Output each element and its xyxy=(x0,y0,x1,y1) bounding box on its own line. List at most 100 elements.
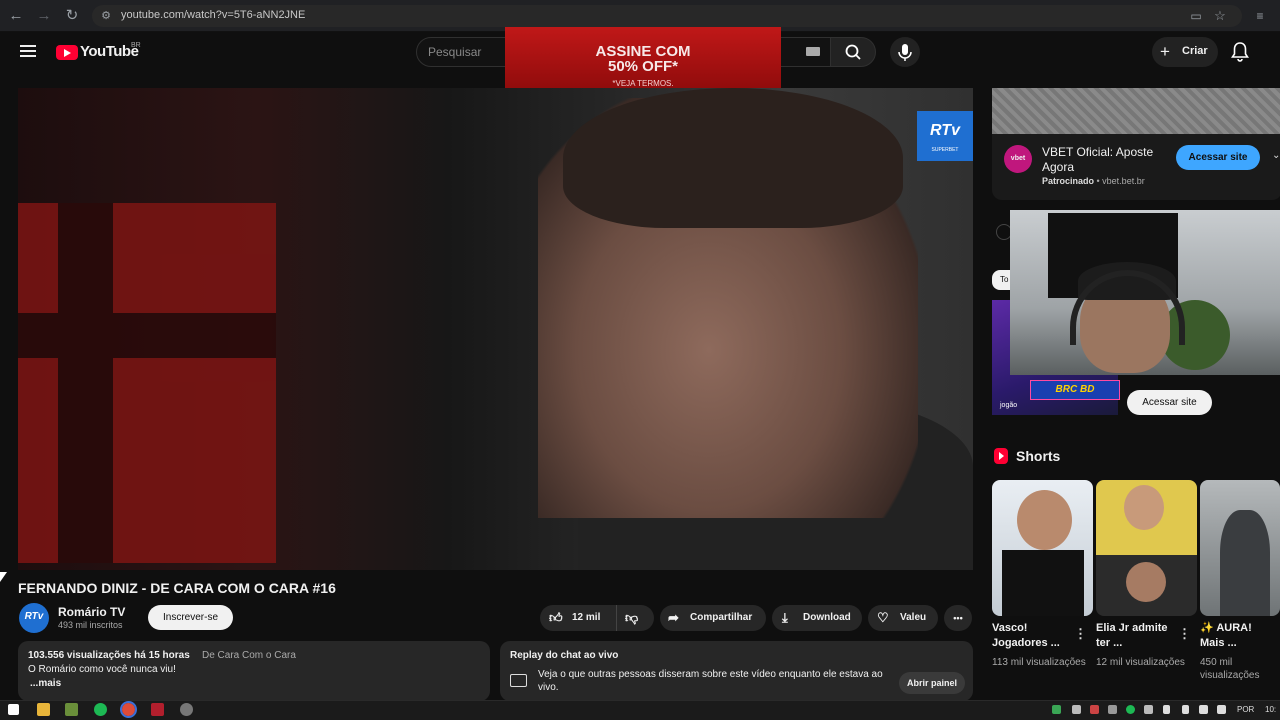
thanks-label: Valeu xyxy=(900,612,927,623)
short-views-3: 450 mil visualizações xyxy=(1200,657,1260,681)
search-placeholder: Pesquisar xyxy=(428,45,482,59)
short-title-1[interactable]: Vasco! Jogadores ... xyxy=(992,621,1078,651)
reload-icon[interactable]: ↻ xyxy=(62,6,82,26)
microphone-icon xyxy=(898,44,912,61)
thumbnail-face-2 xyxy=(1126,562,1166,602)
video-player[interactable] xyxy=(18,88,973,570)
dislike-button[interactable]: 👎︎ xyxy=(616,605,654,631)
app-icon[interactable] xyxy=(151,703,164,716)
subscribe-button[interactable]: Inscrever-se xyxy=(148,605,233,630)
channel-name[interactable]: Romário TV xyxy=(58,605,125,619)
watermark-sponsor-text: SUPERBET xyxy=(931,147,959,153)
tray-icon-1[interactable] xyxy=(1052,705,1061,714)
search-icon xyxy=(845,44,861,60)
heart-dollar-icon: ♡ xyxy=(877,610,889,625)
view-count-and-date: 103.556 visualizações há 15 horas xyxy=(28,650,190,661)
microphone-tray-icon[interactable] xyxy=(1163,705,1170,714)
spotify-icon[interactable] xyxy=(94,703,107,716)
brc-bd-brand: BRC BD xyxy=(1030,380,1120,400)
open-chat-panel-button[interactable]: Abrir painel xyxy=(899,672,965,694)
network-icon[interactable] xyxy=(1199,705,1208,714)
shorts-title: Shorts xyxy=(1016,448,1061,464)
share-label: Compartilhar xyxy=(690,612,753,623)
menu-icon[interactable]: ≡ xyxy=(1250,6,1270,26)
share-button[interactable]: ➦ Compartilhar xyxy=(660,605,766,631)
thumbnail-face xyxy=(1124,485,1164,530)
playlist-tag[interactable]: De Cara Com o Cara xyxy=(202,650,296,661)
country-code: BR xyxy=(131,42,141,49)
thumbnail-jersey xyxy=(1002,550,1084,616)
shorts-icon xyxy=(994,448,1008,464)
thumbs-up-icon: 👍︎ xyxy=(549,610,563,625)
hamburger-menu-icon[interactable] xyxy=(20,45,36,57)
keyboard-icon[interactable] xyxy=(806,47,820,56)
ad-terms: *VEJA TERMOS. xyxy=(612,79,674,88)
bookmark-star-icon[interactable]: ☆ xyxy=(1210,6,1230,26)
short-thumbnail-3[interactable] xyxy=(1200,480,1280,616)
tray-icon-6[interactable] xyxy=(1144,705,1153,714)
ad-headline-line2: 50% OFF* xyxy=(607,58,679,75)
short-views-2: 12 mil visualizações xyxy=(1096,657,1185,668)
input-language[interactable]: POR xyxy=(1237,705,1254,714)
youtube-logo-text[interactable]: YouTube xyxy=(80,43,139,60)
description-more-link[interactable]: ...mais xyxy=(30,678,61,689)
short-thumbnail-2[interactable] xyxy=(1096,480,1197,616)
tray-icon-5[interactable] xyxy=(1126,705,1135,714)
thumbnail-face xyxy=(1017,490,1072,550)
video-title: FERNANDO DINIZ - DE CARA COM O CARA #16 xyxy=(18,580,336,596)
download-button[interactable]: ⤓ Download xyxy=(772,605,862,631)
ad-headline-line1: ASSINE COM xyxy=(595,43,691,60)
thumbnail-figure xyxy=(1220,510,1270,616)
create-label: Criar xyxy=(1182,45,1208,57)
chevron-down-icon[interactable]: ⌄ xyxy=(1272,150,1280,161)
visit-site-button-secondary[interactable]: Acessar site xyxy=(1127,390,1212,415)
search-button[interactable] xyxy=(830,37,876,67)
site-info-icon[interactable]: ⚙ xyxy=(96,6,116,26)
short-menu-icon-1[interactable]: ⋮ xyxy=(1074,626,1087,642)
download-label: Download xyxy=(803,612,851,623)
description-text: O Romário como você nunca viu! xyxy=(28,664,176,675)
store-icon[interactable] xyxy=(65,703,78,716)
ad-banner-image xyxy=(992,88,1280,134)
tray-icon-4[interactable] xyxy=(1108,705,1117,714)
filter-chip[interactable]: To xyxy=(992,270,1012,290)
voice-search-button[interactable] xyxy=(890,37,920,67)
thanks-button[interactable]: ♡ Valeu xyxy=(868,605,938,631)
short-menu-icon-2[interactable]: ⋮ xyxy=(1178,626,1191,642)
like-button[interactable]: 👍︎ 12 mil xyxy=(540,605,616,631)
share-icon: ➦ xyxy=(668,610,679,625)
windows-start-icon[interactable] xyxy=(8,704,19,715)
obs-icon[interactable] xyxy=(180,703,193,716)
ad-domain: vbet.bet.br xyxy=(1102,176,1145,186)
short-title-3[interactable]: ✨ AURA! Mais ... xyxy=(1200,621,1278,651)
visit-site-button[interactable]: Acessar site xyxy=(1176,145,1260,170)
tray-icon-3[interactable] xyxy=(1090,705,1099,714)
file-explorer-icon[interactable] xyxy=(37,703,50,716)
back-icon[interactable]: ← xyxy=(6,6,26,26)
mouse-cursor-icon xyxy=(0,572,7,582)
short-title-2[interactable]: Elia Jr admite ter ... xyxy=(1096,621,1182,651)
chat-icon xyxy=(510,674,527,687)
short-views-1: 113 mil visualizações xyxy=(992,657,1086,668)
thumbs-down-icon: 👎︎ xyxy=(625,610,639,625)
youtube-logo-icon[interactable] xyxy=(56,45,78,60)
subscriber-count: 493 mil inscritos xyxy=(58,620,123,630)
ad-title[interactable]: VBET Oficial: Aposte Agora xyxy=(1042,145,1182,175)
cast-icon[interactable]: ▭ xyxy=(1186,6,1206,26)
notifications-bell-icon[interactable] xyxy=(1230,41,1250,63)
forward-icon[interactable]: → xyxy=(34,6,54,26)
battery-icon[interactable] xyxy=(1182,705,1189,714)
like-count: 12 mil xyxy=(572,612,601,623)
channel-avatar-text: RTv xyxy=(24,611,44,622)
watermark-logo-text: RTv xyxy=(930,122,960,139)
address-url: youtube.com/watch?v=5T6-aNN2JNE xyxy=(121,9,306,21)
vbet-logo: vbet xyxy=(1004,145,1032,173)
taskbar-clock[interactable]: 10: xyxy=(1265,705,1276,714)
tray-icon-2[interactable] xyxy=(1072,705,1081,714)
more-actions-button[interactable]: ••• xyxy=(944,605,972,631)
chat-replay-text: Veja o que outras pessoas disseram sobre… xyxy=(538,669,883,693)
short-thumbnail-1[interactable] xyxy=(992,480,1093,616)
chrome-icon[interactable] xyxy=(120,701,137,718)
ad-sponsor-line: Patrocinado • vbet.bet.br xyxy=(1042,176,1145,186)
volume-icon[interactable] xyxy=(1217,705,1226,714)
